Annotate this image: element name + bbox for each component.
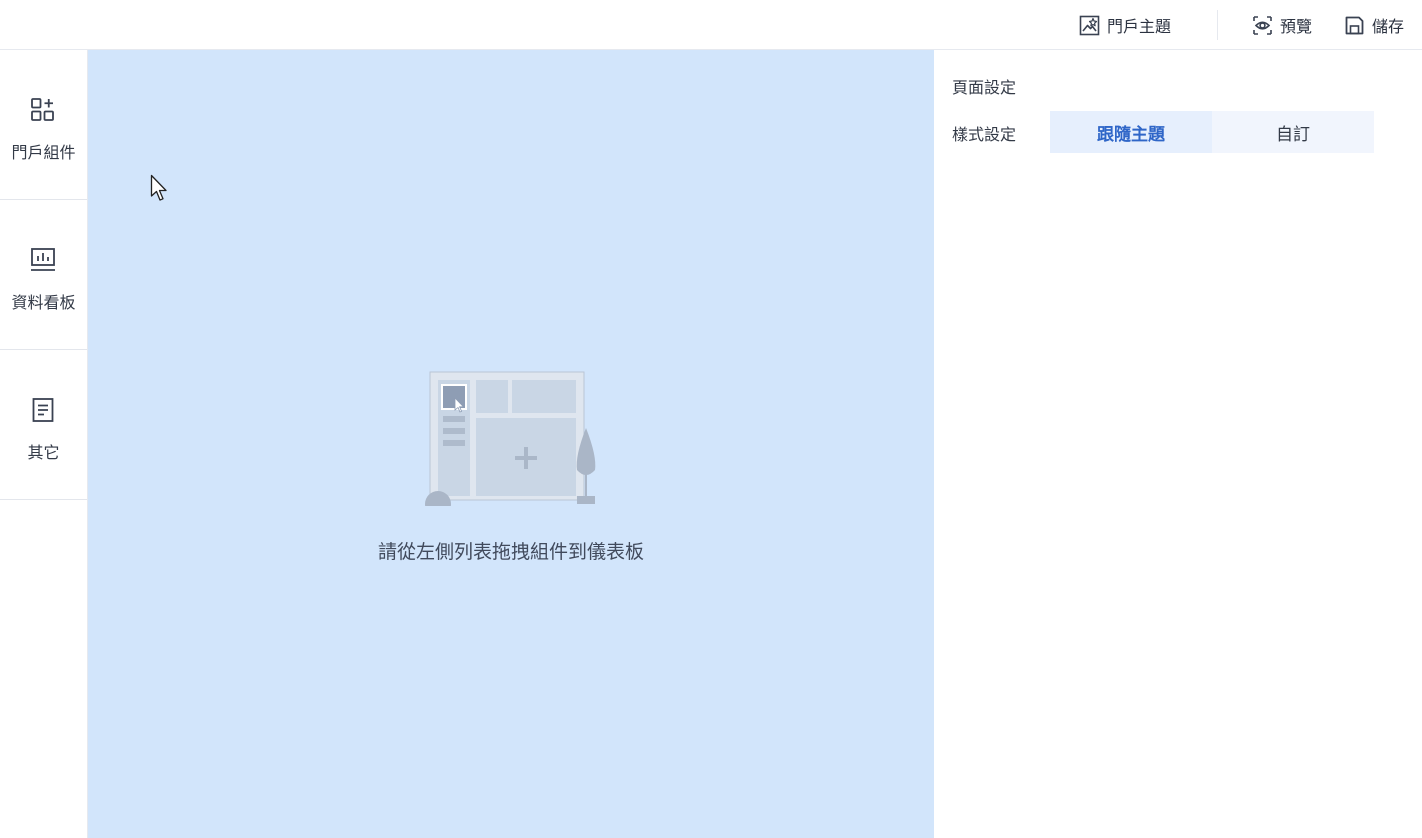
style-segmented-control: 跟隨主題 自訂 xyxy=(1050,111,1374,153)
sidebar-item-label: 門戶組件 xyxy=(11,143,76,162)
preview-label: 預覽 xyxy=(1280,17,1313,36)
sidebar-item-portal-components[interactable]: 門戶組件 xyxy=(0,50,87,200)
widgets-icon xyxy=(31,98,54,121)
preview-eye-icon xyxy=(1253,15,1272,35)
empty-canvas-message: 請從左側列表拖拽組件到儀表板 xyxy=(377,541,644,563)
dashboard-canvas[interactable]: 請從左側列表拖拽組件到儀表板 xyxy=(88,50,934,838)
theme-image-icon xyxy=(1079,15,1100,35)
dashboard-chart-icon xyxy=(31,248,55,271)
settings-panel: 頁面設定 樣式設定 跟隨主題 自訂 xyxy=(934,50,1422,838)
portal-theme-label: 門戶主題 xyxy=(1107,17,1172,36)
mouse-cursor-icon xyxy=(150,174,167,201)
style-option-custom[interactable]: 自訂 xyxy=(1212,111,1374,153)
sidebar-item-label: 其它 xyxy=(27,443,60,462)
component-sidebar: 門戶組件 資料看板 其它 xyxy=(0,50,88,838)
sidebar-item-data-dashboard[interactable]: 資料看板 xyxy=(0,200,87,350)
preview-button[interactable]: 預覽 xyxy=(1252,0,1312,50)
save-label: 儲存 xyxy=(1372,17,1405,36)
style-option-follow-theme[interactable]: 跟隨主題 xyxy=(1050,111,1212,153)
style-settings-label: 樣式設定 xyxy=(952,125,1017,144)
portal-theme-button[interactable]: 門戶主題 xyxy=(1079,0,1171,50)
save-icon xyxy=(1345,16,1364,34)
toolbar-divider xyxy=(1217,10,1218,40)
document-icon xyxy=(32,398,54,422)
page-settings-label: 頁面設定 xyxy=(952,78,1017,97)
empty-dashboard-illustration-icon xyxy=(425,371,596,506)
sidebar-item-other[interactable]: 其它 xyxy=(0,350,87,500)
save-button[interactable]: 儲存 xyxy=(1344,0,1404,50)
sidebar-item-label: 資料看板 xyxy=(11,293,76,312)
top-toolbar: 門戶主題 預覽 儲存 xyxy=(0,0,1422,50)
